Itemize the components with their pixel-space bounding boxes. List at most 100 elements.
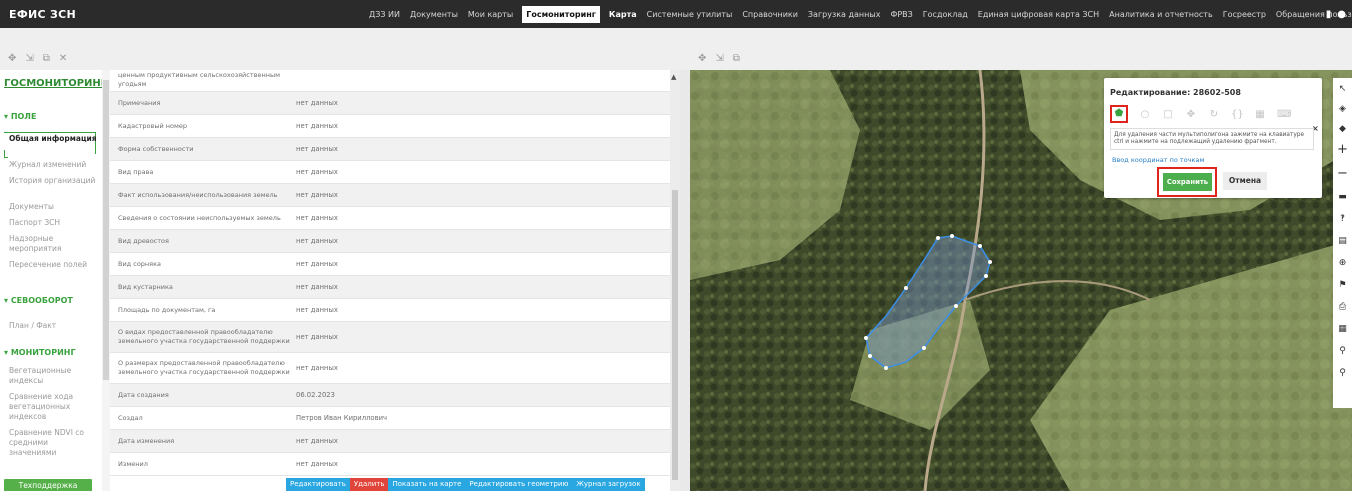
sidebar-item-documents[interactable]: Документы (9, 202, 97, 212)
sidebar-item-passport[interactable]: Паспорт ЗСН (9, 218, 97, 228)
location-icon[interactable]: ⚲ (1333, 346, 1352, 356)
row-label: Создал (118, 413, 143, 422)
table-row: Вид кустарника нет данных (110, 276, 676, 299)
cut-icon[interactable]: ▦ (1254, 109, 1266, 120)
nav-dzz[interactable]: ДЗЗ ИИ (368, 10, 401, 19)
sidebar-item-plan-fact[interactable]: План / Факт (9, 321, 97, 331)
sidebar-item-change-log[interactable]: Журнал изменений (9, 160, 97, 170)
scroll-up-icon[interactable]: ▲ (671, 73, 676, 81)
nav-gosreestr[interactable]: Госреестр (1222, 10, 1267, 19)
table-scroll-thumb[interactable] (672, 190, 678, 480)
nav-my-maps[interactable]: Мои карты (467, 10, 514, 19)
table-row: Вид древостоя нет данных (110, 230, 676, 253)
code-icon[interactable]: {} (1231, 109, 1244, 120)
sidebar-item-inspections[interactable]: Надзорные мероприятия (9, 234, 97, 254)
row-label: Изменил (118, 459, 148, 468)
zoom-out-icon[interactable]: − (1333, 166, 1352, 181)
row-value: нет данных (296, 306, 338, 314)
map-expand-icon[interactable]: ⇲ (715, 53, 723, 64)
save-highlight: Сохранить (1157, 167, 1217, 197)
chat-icon[interactable]: ▮ (1326, 9, 1332, 20)
ruler-icon[interactable]: ▬ (1333, 192, 1352, 202)
sidebar-item-field-intersection[interactable]: Пересечение полей (9, 260, 97, 270)
row-value: нет данных (296, 214, 338, 222)
row-label: Кадастровый номер (118, 121, 188, 130)
nav-gosdoklad[interactable]: Госдоклад (922, 10, 969, 19)
row-label: Форма собственности (118, 144, 194, 153)
building-icon[interactable]: ▦ (1333, 324, 1352, 334)
show-on-map-button[interactable]: Показать на карте (388, 478, 466, 491)
nav-digital-map[interactable]: Единая цифровая карта ЗСН (977, 10, 1100, 19)
edit-geometry-button[interactable]: Редактировать геометрию (465, 478, 573, 491)
nav-analytics[interactable]: Аналитика и отчетность (1108, 10, 1214, 19)
nav-gosmonitoring[interactable]: Госмониторинг (522, 5, 600, 23)
sidebar-item-index-comparison[interactable]: Сравнение хода вегетационных индексов (9, 392, 97, 422)
info-table: ценным продуктивным сельскохозяйственным… (110, 70, 680, 491)
sidebar-item-ndvi-comparison[interactable]: Сравнение NDVI со средними значениями (9, 428, 97, 458)
map-popout-icon[interactable]: ⧉ (733, 53, 740, 64)
row-value: 06.02.2023 (296, 391, 335, 399)
sidebar-item-org-history[interactable]: История организаций (9, 176, 97, 186)
map-toolbar: ✥ ⇲ ⧉ (690, 28, 1352, 70)
row-label: Факт использования/неиспользования земел… (118, 190, 278, 199)
coordinate-input-link[interactable]: Ввод координат по точкам (1112, 156, 1204, 164)
row-value: нет данных (296, 333, 338, 341)
close-icon[interactable]: ✕ (59, 53, 67, 64)
measure-point-icon[interactable]: ‽ (1333, 214, 1352, 224)
expand-icon[interactable]: ⇲ (25, 53, 33, 64)
nav-map[interactable]: Карта (608, 10, 638, 19)
popup-title: Редактирование: 28602-508 (1110, 88, 1241, 97)
sidebar-item-general-info[interactable]: Общая информация (9, 134, 97, 144)
delete-button[interactable]: Удалить (349, 478, 389, 491)
row-value: нет данных (296, 168, 338, 176)
table-row: Вид права нет данных (110, 161, 676, 184)
row-value: нет данных (296, 437, 338, 445)
nav-frvz[interactable]: ФРВЗ (889, 10, 913, 19)
row-value: нет данных (296, 237, 338, 245)
edit-button[interactable]: Редактировать (286, 478, 350, 491)
section-rotation[interactable]: ▾ СЕВООБОРОТ (4, 296, 73, 305)
table-row: Дата изменения нет данных (110, 430, 676, 453)
sidebar-title[interactable]: ГОСМОНИТОРИНГ (4, 78, 107, 89)
nav-system-utils[interactable]: Системные утилиты (646, 10, 734, 19)
print-icon[interactable]: ⎙ (1333, 302, 1352, 312)
row-value: нет данных (296, 99, 338, 107)
nav-data-upload[interactable]: Загрузка данных (807, 10, 882, 19)
table-row: ценным продуктивным сельскохозяйственным… (110, 70, 676, 92)
cancel-button[interactable]: Отмена (1223, 172, 1267, 190)
zoom-area-icon[interactable]: ⊕ (1333, 258, 1352, 268)
save-button[interactable]: Сохранить (1163, 173, 1212, 191)
select-icon[interactable]: ↖ (1333, 84, 1352, 94)
trash-icon[interactable]: ⌨ (1277, 109, 1291, 120)
map-move-icon[interactable]: ✥ (698, 53, 706, 64)
upload-log-button[interactable]: Журнал загрузок (572, 478, 645, 491)
search-icon[interactable]: ⚲ (1333, 368, 1352, 378)
row-value: нет данных (296, 283, 338, 291)
edit-geometry-popup: Редактирование: 28602-508 ⬟ ○ □ ✥ ↻ {} ▦… (1104, 78, 1322, 198)
table-row: Площадь по документам, га нет данных (110, 299, 676, 322)
popout-icon[interactable]: ⧉ (43, 53, 50, 64)
sidebar-scroll-thumb[interactable] (103, 80, 109, 380)
pentagon-icon[interactable]: ⬟ (1110, 105, 1128, 123)
support-button[interactable]: Техподдержка (4, 479, 92, 491)
circle-icon[interactable]: ○ (1139, 109, 1151, 120)
section-monitoring[interactable]: ▾ МОНИТОРИНГ (4, 348, 76, 357)
basemap-icon[interactable]: ◆ (1333, 124, 1352, 134)
move-icon[interactable]: ✥ (1185, 109, 1197, 120)
sidebar-scrollbar[interactable] (102, 70, 110, 491)
layers-icon[interactable]: ◈ (1333, 104, 1352, 114)
brand-logo[interactable]: ЕФИС ЗСН (0, 8, 150, 21)
nav-documents[interactable]: Документы (409, 10, 459, 19)
nav-reference[interactable]: Справочники (741, 10, 799, 19)
rotate-icon[interactable]: ↻ (1208, 109, 1220, 120)
square-icon[interactable]: □ (1162, 109, 1174, 120)
area-icon[interactable]: ▤ (1333, 236, 1352, 246)
table-scrollbar[interactable]: ▲ (670, 70, 680, 491)
move-icon[interactable]: ✥ (8, 53, 16, 64)
section-field[interactable]: ▾ ПОЛЕ (4, 112, 36, 121)
sidebar-item-vegetation-indices[interactable]: Вегетационные индексы (9, 366, 97, 386)
zoom-in-icon[interactable]: + (1333, 142, 1352, 157)
user-icon[interactable]: ● (1337, 9, 1346, 20)
flag-icon[interactable]: ⚑ (1333, 280, 1352, 290)
row-label: Вид древостоя (118, 236, 169, 245)
